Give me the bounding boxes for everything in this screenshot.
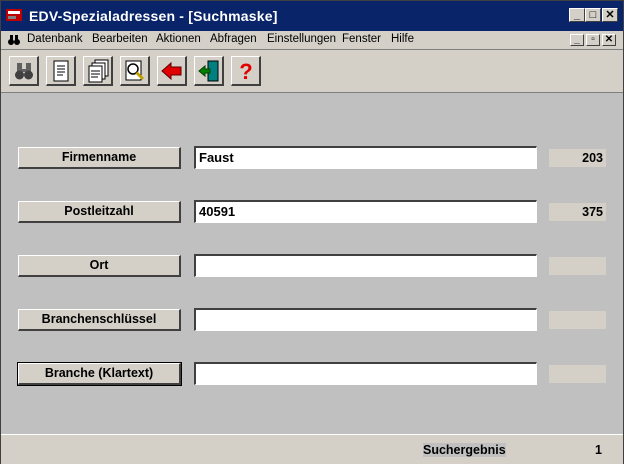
toolbar-documents-button[interactable]	[83, 56, 113, 86]
exit-door-icon	[198, 60, 219, 82]
menu-einstellungen[interactable]: Einstellungen	[267, 33, 336, 45]
window-title: EDV-Spezialadressen - [Suchmaske]	[29, 8, 278, 24]
menu-fenster[interactable]: Fenster	[342, 33, 381, 45]
branche-klartext-button[interactable]: Branche (Klartext)	[17, 362, 182, 386]
ort-button[interactable]: Ort	[18, 255, 181, 277]
menu-abfragen[interactable]: Abfragen	[210, 33, 257, 45]
toolbar-search-button[interactable]	[9, 56, 39, 86]
result-label: Suchergebnis	[423, 443, 506, 457]
branchenschluessel-input[interactable]	[194, 308, 537, 331]
result-count: 1	[595, 443, 602, 457]
postleitzahl-input[interactable]: 40591	[194, 200, 537, 223]
branche-klartext-count	[549, 365, 606, 383]
maximize-button[interactable]: □	[585, 8, 601, 22]
toolbar: ?	[1, 50, 623, 93]
help-icon: ?	[239, 59, 252, 83]
menu-hilfe[interactable]: Hilfe	[391, 33, 414, 45]
toolbar-exit-button[interactable]	[194, 56, 224, 86]
branchenschluessel-button[interactable]: Branchenschlüssel	[18, 309, 181, 331]
postleitzahl-button[interactable]: Postleitzahl	[18, 201, 181, 223]
toolbar-back-button[interactable]	[157, 56, 187, 86]
binoculars-icon	[15, 63, 33, 80]
svg-text:?: ?	[239, 59, 252, 83]
search-form: Firmenname Faust 203 Postleitzahl 40591 …	[1, 94, 623, 433]
ort-count	[549, 257, 606, 275]
application-window: EDV-Spezialadressen - [Suchmaske] _ □ ✕ …	[0, 0, 624, 464]
ort-input[interactable]	[194, 254, 537, 277]
mdi-close-button[interactable]: ✕	[602, 34, 616, 46]
firmenname-button[interactable]: Firmenname	[18, 147, 181, 169]
minimize-button[interactable]: _	[569, 8, 585, 22]
menu-bearbeiten[interactable]: Bearbeiten	[92, 33, 148, 45]
branche-klartext-input[interactable]	[194, 362, 537, 385]
menu-aktionen[interactable]: Aktionen	[156, 33, 201, 45]
mdi-minimize-button[interactable]: _	[570, 34, 584, 46]
close-button[interactable]: ✕	[602, 8, 618, 22]
branchenschluessel-count	[549, 311, 606, 329]
binoculars-icon[interactable]	[7, 33, 21, 47]
toolbar-find-button[interactable]	[120, 56, 150, 86]
postleitzahl-count: 375	[549, 203, 606, 221]
firmenname-input[interactable]: Faust	[194, 146, 537, 169]
firmenname-count: 203	[549, 149, 606, 167]
document-icon	[53, 60, 69, 82]
menu-bar: Datenbank Bearbeiten Aktionen Abfragen E…	[1, 31, 623, 50]
toolbar-help-button[interactable]: ?	[231, 56, 261, 86]
mdi-restore-button[interactable]: ▫	[586, 34, 600, 46]
title-bar[interactable]: EDV-Spezialadressen - [Suchmaske] _ □ ✕	[1, 1, 623, 31]
menu-datenbank[interactable]: Datenbank	[27, 33, 83, 45]
status-bar: Suchergebnis 1	[1, 434, 623, 464]
search-document-icon	[125, 60, 145, 81]
toolbar-document-button[interactable]	[46, 56, 76, 86]
app-icon	[6, 9, 22, 21]
back-arrow-icon	[161, 61, 182, 81]
documents-stack-icon	[88, 59, 109, 83]
